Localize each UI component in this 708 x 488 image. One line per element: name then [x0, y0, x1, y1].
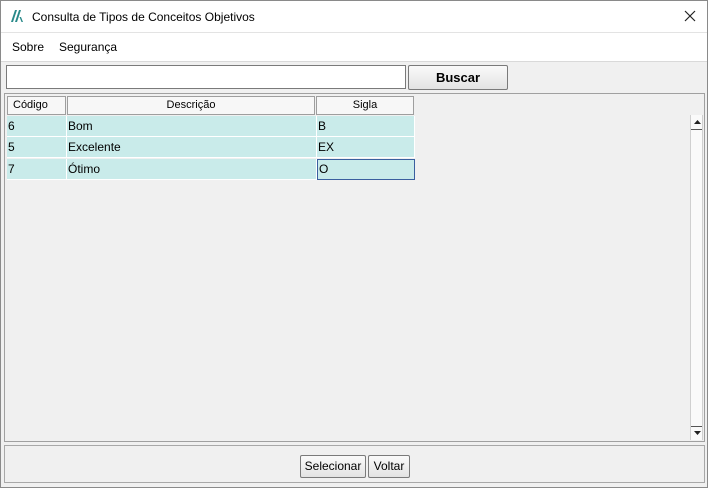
cell-codigo[interactable]: 7 [7, 159, 67, 180]
cell-descricao[interactable]: Bom [67, 116, 317, 137]
table-row[interactable]: 6 Bom B [7, 116, 415, 137]
vertical-scrollbar[interactable] [690, 115, 703, 440]
consulta-window: Consulta de Tipos de Conceitos Objetivos… [0, 0, 708, 488]
window-title: Consulta de Tipos de Conceitos Objetivos [32, 10, 255, 24]
column-header-descricao[interactable]: Descrição [67, 96, 315, 115]
cell-descricao[interactable]: Ótimo [67, 159, 317, 180]
cell-sigla[interactable]: B [317, 116, 415, 137]
menu-seguranca-label: Segurança [59, 40, 118, 54]
search-input[interactable] [6, 65, 406, 89]
title-bar: Consulta de Tipos de Conceitos Objetivos [1, 1, 707, 33]
cell-sigla[interactable]: EX [317, 137, 415, 158]
scroll-up-icon[interactable] [692, 117, 703, 128]
results-table: Código Descrição Sigla 6 Bom B 5 Excelen… [4, 93, 705, 442]
select-button[interactable]: Selecionar [300, 455, 366, 478]
cell-descricao[interactable]: Excelente [67, 137, 317, 158]
column-header-sigla[interactable]: Sigla [316, 96, 414, 115]
menu-sobre-label: Sobre [12, 40, 45, 54]
scroll-track[interactable] [691, 129, 702, 427]
close-icon[interactable] [681, 7, 699, 25]
table-row[interactable]: 7 Ótimo O [7, 159, 415, 180]
select-button-label: Selecionar [304, 459, 362, 473]
app-logo-icon [10, 9, 25, 23]
menu-sobre[interactable]: Sobre [12, 40, 44, 54]
table-row[interactable]: 5 Excelente EX [7, 137, 415, 158]
menu-seguranca[interactable]: Segurança [59, 40, 117, 54]
cell-codigo[interactable]: 6 [7, 116, 67, 137]
cell-sigla-selected[interactable]: O [317, 159, 415, 180]
search-button[interactable]: Buscar [408, 65, 508, 90]
column-header-codigo[interactable]: Código [7, 96, 66, 115]
back-button[interactable]: Voltar [368, 455, 410, 478]
scroll-down-icon[interactable] [692, 427, 703, 438]
cell-codigo[interactable]: 5 [7, 137, 67, 158]
back-button-label: Voltar [373, 459, 405, 473]
footer-panel: Selecionar Voltar [4, 445, 705, 483]
menu-bar: Sobre Segurança [1, 33, 707, 62]
